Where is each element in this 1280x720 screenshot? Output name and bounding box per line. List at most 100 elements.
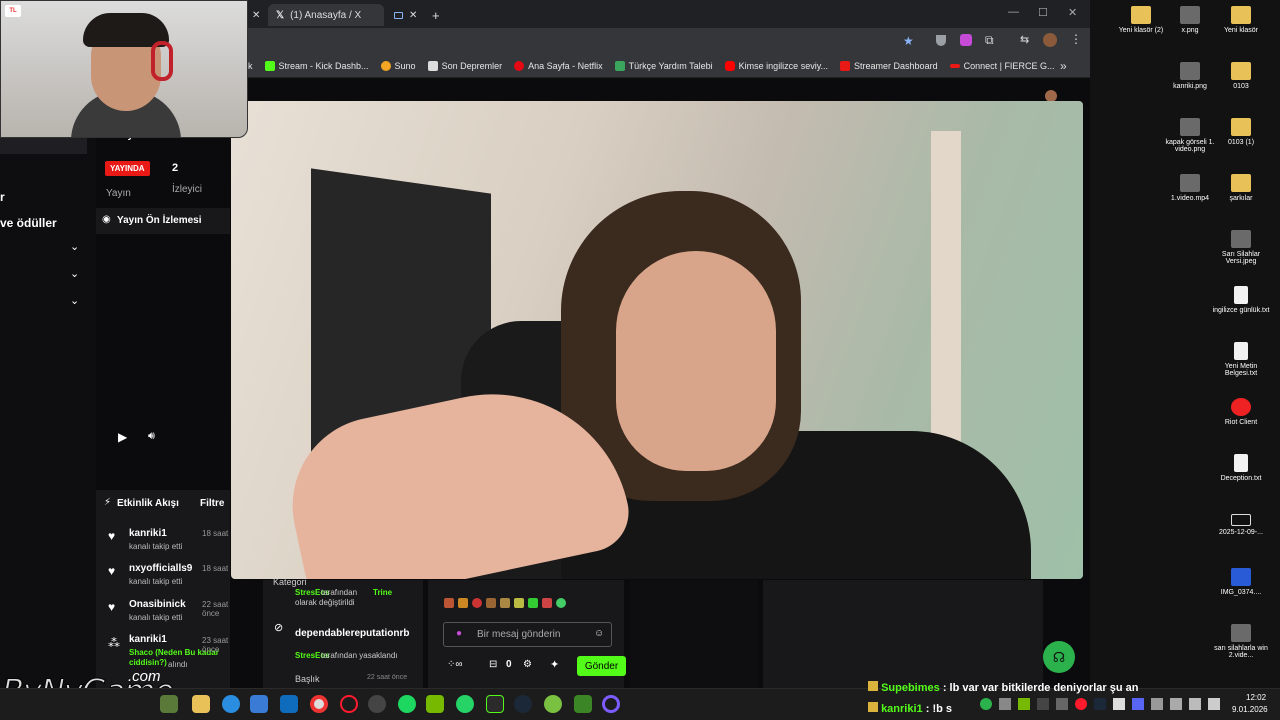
infinity-icon[interactable]: ⁘∞ (447, 659, 463, 670)
chevron-down-icon[interactable]: ⌄ (70, 267, 79, 280)
spotify-icon[interactable] (398, 695, 416, 713)
close-icon[interactable]: ✕ (252, 10, 260, 21)
volume-tray-icon[interactable] (1208, 698, 1220, 710)
feed-item-name[interactable]: kanriki1 (129, 634, 167, 645)
menu-icon[interactable]: ⋮ (1070, 32, 1082, 46)
feed-item-name[interactable]: kanriki1 (129, 528, 167, 539)
puzzle-icon[interactable]: ⧉ (985, 33, 994, 48)
emote-icon[interactable] (444, 598, 454, 608)
tray-icon[interactable] (1094, 698, 1106, 710)
emote-icon[interactable] (500, 598, 510, 608)
chest-icon[interactable]: ⊟ (489, 659, 497, 670)
extension-icon[interactable] (960, 34, 972, 46)
shield-extension-icon[interactable] (936, 35, 946, 46)
tab-current[interactable]: ✕ (386, 4, 425, 26)
gear-icon[interactable]: ⚙︎ (523, 659, 532, 670)
new-tab-button[interactable]: + (424, 4, 448, 26)
bookmark-fierce[interactable]: Connect | FIERCE G... (949, 61, 1054, 71)
emote-icon[interactable] (458, 598, 468, 608)
chrome-icon[interactable] (310, 695, 328, 713)
tray-icon[interactable] (980, 698, 992, 710)
desktop-icon-text[interactable]: Deception.txt (1210, 454, 1272, 482)
terminal-icon[interactable] (486, 695, 504, 713)
play-icon[interactable]: ▶ (118, 430, 127, 444)
app-icon[interactable] (544, 695, 562, 713)
support-button[interactable]: ☊ (1043, 641, 1075, 673)
maximize-button[interactable]: ☐ (1038, 6, 1048, 19)
desktop-icon-text[interactable]: Yeni Metin Belgesi.txt (1210, 342, 1272, 377)
gift-icon[interactable]: ✦ (550, 658, 559, 671)
edge-icon[interactable] (222, 695, 240, 713)
bookmark-son-depremler[interactable]: Son Depremler (427, 60, 502, 71)
nav-active-item[interactable] (0, 136, 87, 154)
mic-tray-icon[interactable] (1170, 698, 1182, 710)
steam-icon[interactable] (514, 695, 532, 713)
bookmarks-more-button[interactable]: » (1060, 59, 1067, 73)
feed-item-name[interactable]: nxyofficialls9 (129, 563, 192, 574)
bookmark-kick-dashboard[interactable]: Stream - Kick Dashb... (264, 60, 369, 71)
obs-icon[interactable] (368, 695, 386, 713)
avatar[interactable] (1043, 33, 1057, 47)
tray-icon[interactable] (1037, 698, 1049, 710)
bookmark-netflix[interactable]: Ana Sayfa - Netflix (514, 60, 603, 71)
desktop-icon-image[interactable]: IMG_0374.... (1210, 568, 1272, 596)
mic-icon[interactable]: ● (456, 628, 462, 639)
desktop-icon-folder[interactable]: 0103 (1210, 62, 1272, 90)
app-icon[interactable] (602, 695, 620, 713)
desktop-icon-text[interactable]: ingilizce günlük.txt (1210, 286, 1272, 314)
emoji-icon[interactable]: ☺ (594, 628, 604, 639)
bookmark-suno[interactable]: Suno (380, 60, 416, 71)
tray-icon[interactable] (1132, 698, 1144, 710)
tray-icon[interactable] (1075, 698, 1087, 710)
chat-input[interactable]: ● Bir mesaj gönderin ☺ (443, 622, 612, 647)
emote-icon[interactable] (486, 598, 496, 608)
close-window-button[interactable]: ✕ (1068, 6, 1077, 19)
bookmark-turkce-yardim[interactable]: Türkçe Yardım Talebi (614, 60, 713, 71)
tray-icon[interactable] (1056, 698, 1068, 710)
chevron-down-icon[interactable]: ⌄ (70, 294, 79, 307)
tray-icon[interactable] (999, 698, 1011, 710)
send-button[interactable]: Gönder (577, 656, 626, 676)
desktop-icon-image[interactable]: Sarı Silahlar Versi.jpeg (1210, 230, 1272, 265)
desktop-icon-video[interactable]: sarı silahlarla win 2.vide... (1210, 624, 1272, 659)
store-icon[interactable] (250, 695, 268, 713)
minimize-button[interactable]: — (1008, 6, 1019, 18)
emote-icon[interactable] (528, 598, 538, 608)
whatsapp-icon[interactable] (456, 695, 474, 713)
star-icon[interactable]: ★ (903, 34, 914, 48)
feed-item-name[interactable]: Onasibinick (129, 599, 186, 610)
cast-icon[interactable]: ⇆ (1020, 33, 1029, 46)
network-icon[interactable] (1189, 698, 1201, 710)
emote-icon[interactable] (542, 598, 552, 608)
nav-item[interactable]: r (0, 190, 5, 204)
chevron-down-icon[interactable]: ⌄ (70, 240, 79, 253)
bookmark-streamer-dashboard[interactable]: Streamer Dashboard (840, 60, 938, 71)
desktop-icon-file[interactable]: 2025-12-09-... (1210, 514, 1272, 536)
volume-icon[interactable]: 🔊︎ (148, 430, 155, 443)
emote-icon[interactable] (472, 598, 482, 608)
mod-row-title[interactable]: dependablereputationrb (295, 628, 409, 639)
nvidia-icon[interactable] (426, 695, 444, 713)
taskbar-app-icon[interactable] (160, 695, 178, 713)
bookmark-k[interactable]: k (248, 61, 253, 71)
emote-icon[interactable] (514, 598, 524, 608)
bookmark-youtube[interactable]: Kimse ingilizce seviy... (724, 60, 828, 71)
emote-icon[interactable] (556, 598, 566, 608)
tray-icon[interactable] (1113, 698, 1125, 710)
tab-x-home[interactable]: 𝕏 (1) Anasayfa / X (268, 4, 384, 26)
desktop-icon-riot[interactable]: Riot Client (1210, 398, 1272, 426)
close-icon[interactable]: ✕ (409, 10, 417, 21)
opera-icon[interactable] (340, 695, 358, 713)
clock-time[interactable]: 12:02 (1246, 693, 1266, 702)
minecraft-icon[interactable] (574, 695, 592, 713)
desktop-icon-folder[interactable]: 0103 (1) (1210, 118, 1272, 146)
desktop-icon-folder[interactable]: Yeni klasör (1210, 6, 1272, 34)
desktop-icon-folder[interactable]: şarkılar (1210, 174, 1272, 202)
tray-icon[interactable] (1018, 698, 1030, 710)
tray-icon[interactable] (1151, 698, 1163, 710)
filter-button[interactable]: Filtre (200, 498, 224, 509)
mail-icon[interactable] (280, 695, 298, 713)
file-explorer-icon[interactable] (192, 695, 210, 713)
nav-item-rewards[interactable]: ve ödüller (0, 216, 57, 230)
clock-date[interactable]: 9.01.2026 (1232, 705, 1268, 714)
